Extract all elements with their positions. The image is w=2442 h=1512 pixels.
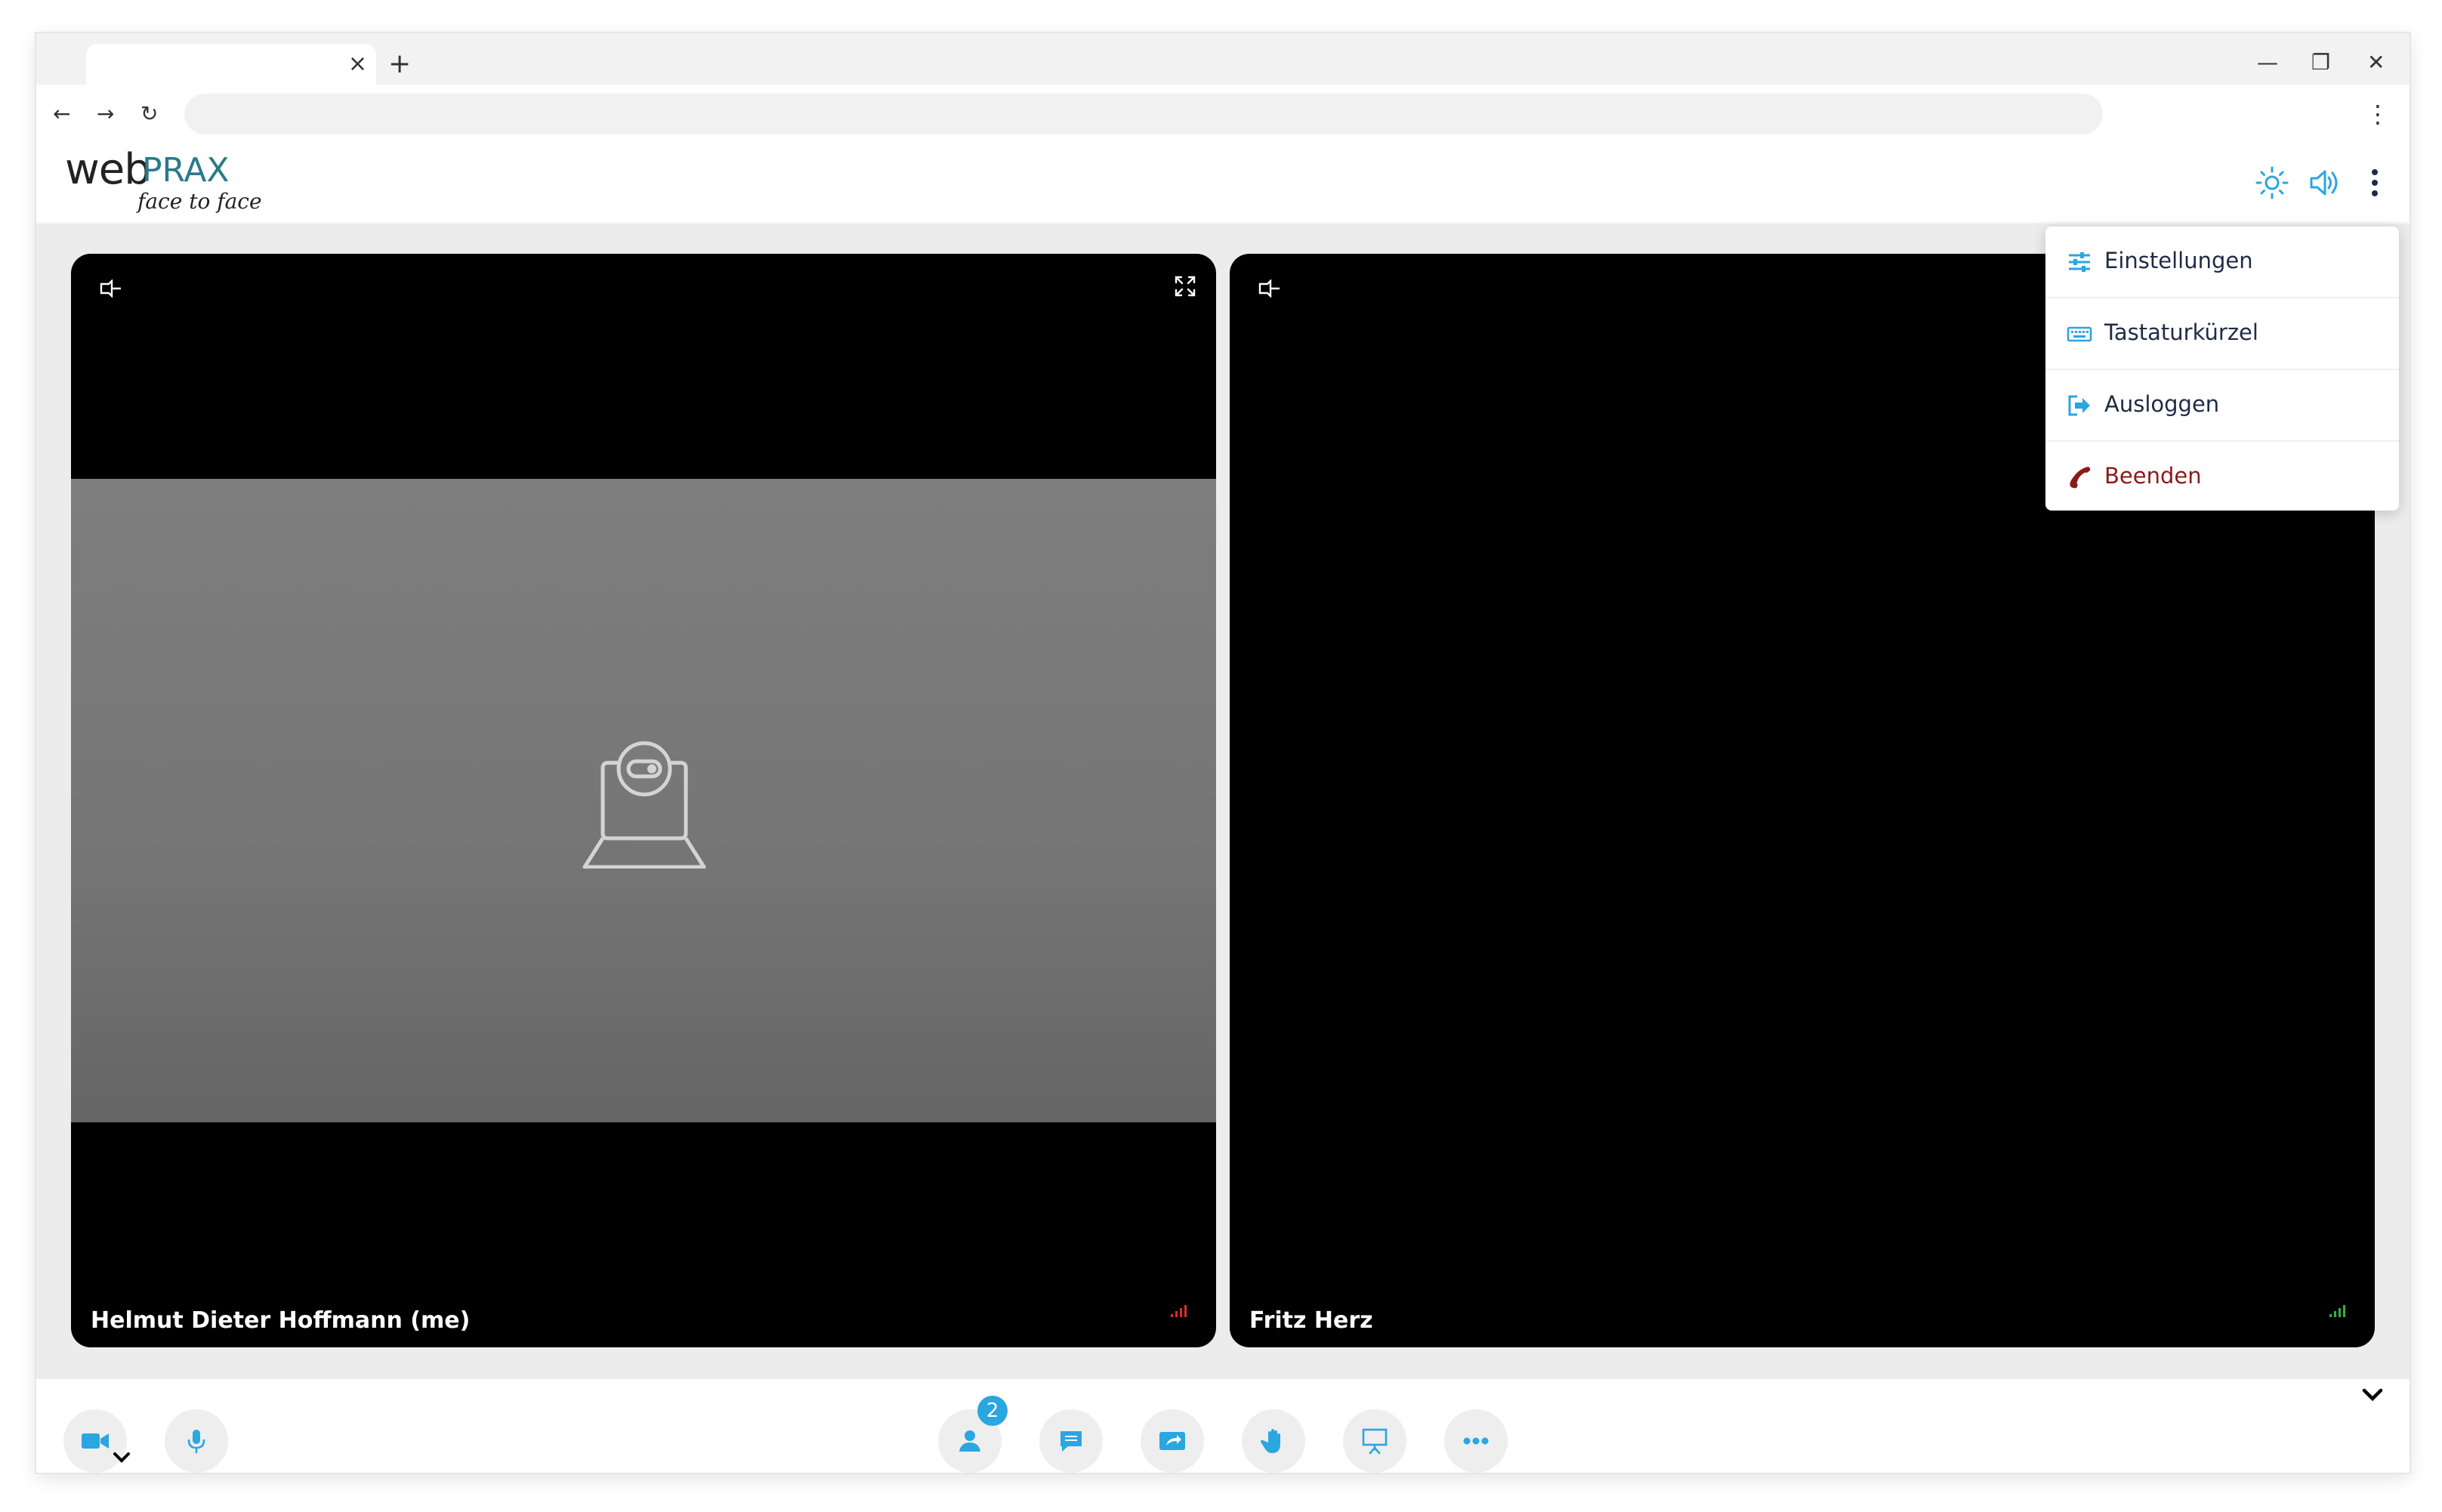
menu-item-shortcuts[interactable]: Tastaturkürzel: [2045, 298, 2399, 370]
microphone-button[interactable]: [165, 1409, 228, 1473]
video-placeholder: [71, 479, 1216, 1122]
logo-tagline: face to face: [137, 189, 262, 214]
keyboard-icon: [2067, 326, 2092, 342]
hangup-icon: [2070, 467, 2091, 489]
sliders-icon: [2069, 252, 2090, 272]
url-input[interactable]: [184, 94, 2103, 134]
signal-strength-icon: [1171, 1305, 1187, 1317]
pin-icon[interactable]: [100, 279, 122, 298]
reload-button[interactable]: ↻: [140, 95, 158, 133]
back-button[interactable]: ←: [53, 95, 70, 133]
volume-icon[interactable]: [2304, 163, 2343, 202]
menu-item-settings[interactable]: Einstellungen: [2045, 227, 2399, 298]
webcam-icon: [582, 741, 706, 869]
menu-item-logout[interactable]: Ausloggen: [2045, 370, 2399, 442]
menu-item-label: Ausloggen: [2104, 391, 2220, 417]
minimize-button[interactable]: —: [2257, 45, 2278, 80]
tab-strip: × + — ❐ ✕: [36, 33, 2410, 85]
more-vertical-icon[interactable]: [2355, 163, 2394, 202]
participant-name: Helmut Dieter Hoffmann (me): [91, 1307, 471, 1334]
menu-item-label: Einstellungen: [2104, 248, 2253, 273]
share-screen-button[interactable]: [1141, 1409, 1204, 1473]
new-tab-button[interactable]: +: [388, 47, 411, 82]
more-horizontal-icon: [1463, 1437, 1489, 1445]
participants-count-badge: 2: [977, 1396, 1008, 1426]
logo-brand: PRAX: [142, 151, 230, 190]
more-options-button[interactable]: [1444, 1409, 1508, 1473]
menu-item-end-call[interactable]: Beenden: [2045, 442, 2399, 511]
close-window-button[interactable]: ✕: [2367, 45, 2385, 80]
raise-hand-icon: [1260, 1429, 1280, 1453]
header-dropdown-menu: Einstellungen Tastaturkürzel Ausloggen B…: [2045, 227, 2399, 511]
camera-icon: [82, 1433, 109, 1449]
pin-icon[interactable]: [1258, 279, 1281, 298]
signal-strength-icon: [2329, 1305, 2345, 1317]
chat-icon: [1060, 1431, 1082, 1452]
browser-menu-button[interactable]: ⋮: [2366, 95, 2390, 133]
camera-options-chevron-icon[interactable]: [112, 1450, 131, 1465]
chat-button[interactable]: [1039, 1409, 1103, 1473]
brightness-icon[interactable]: [2252, 163, 2292, 202]
tab-close-icon[interactable]: ×: [348, 47, 367, 82]
whiteboard-icon: [1362, 1428, 1388, 1455]
forward-button[interactable]: →: [97, 95, 114, 133]
browser-tab[interactable]: ×: [86, 44, 376, 85]
collapse-toolbar-button[interactable]: [2332, 1379, 2410, 1418]
fullscreen-icon[interactable]: [1174, 275, 1196, 298]
logo-word: web: [65, 145, 151, 194]
share-screen-icon: [1159, 1432, 1185, 1450]
app-header: web PRAX face to face: [36, 145, 2410, 222]
menu-item-label: Beenden: [2104, 463, 2202, 489]
restore-button[interactable]: ❐: [2311, 45, 2330, 80]
participant-name: Fritz Herz: [1249, 1307, 1373, 1334]
raise-hand-button[interactable]: [1242, 1409, 1305, 1473]
whiteboard-button[interactable]: [1343, 1409, 1406, 1473]
logout-icon: [2068, 395, 2090, 416]
microphone-icon: [187, 1430, 205, 1454]
call-toolbar: 2: [36, 1379, 2410, 1473]
participant-tile[interactable]: Helmut Dieter Hoffmann (me): [71, 254, 1216, 1347]
browser-window: × + — ❐ ✕ ← → ↻ ⋮ web PRAX face to face: [36, 33, 2410, 1473]
chevron-down-icon: [2362, 1388, 2383, 1402]
participants-icon: [959, 1430, 980, 1452]
menu-item-label: Tastaturkürzel: [2104, 319, 2258, 345]
address-bar-row: ← → ↻ ⋮: [36, 85, 2410, 143]
